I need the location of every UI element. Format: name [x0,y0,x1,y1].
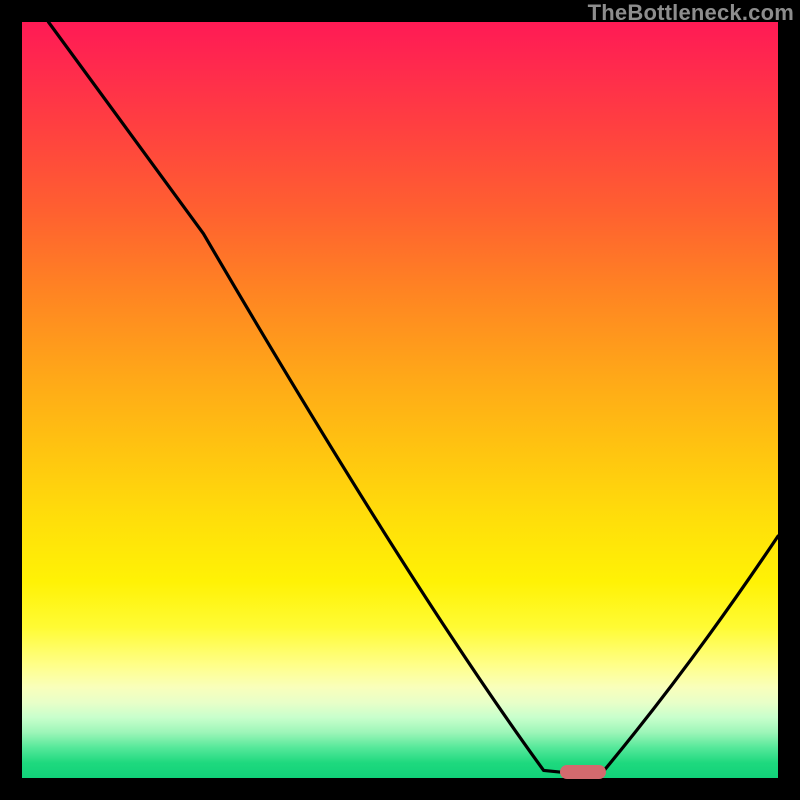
plot-area [22,22,778,778]
optimum-marker [560,765,606,779]
watermark-text: TheBottleneck.com [588,0,794,26]
chart-frame: TheBottleneck.com [0,0,800,800]
bottleneck-curve [22,22,778,778]
